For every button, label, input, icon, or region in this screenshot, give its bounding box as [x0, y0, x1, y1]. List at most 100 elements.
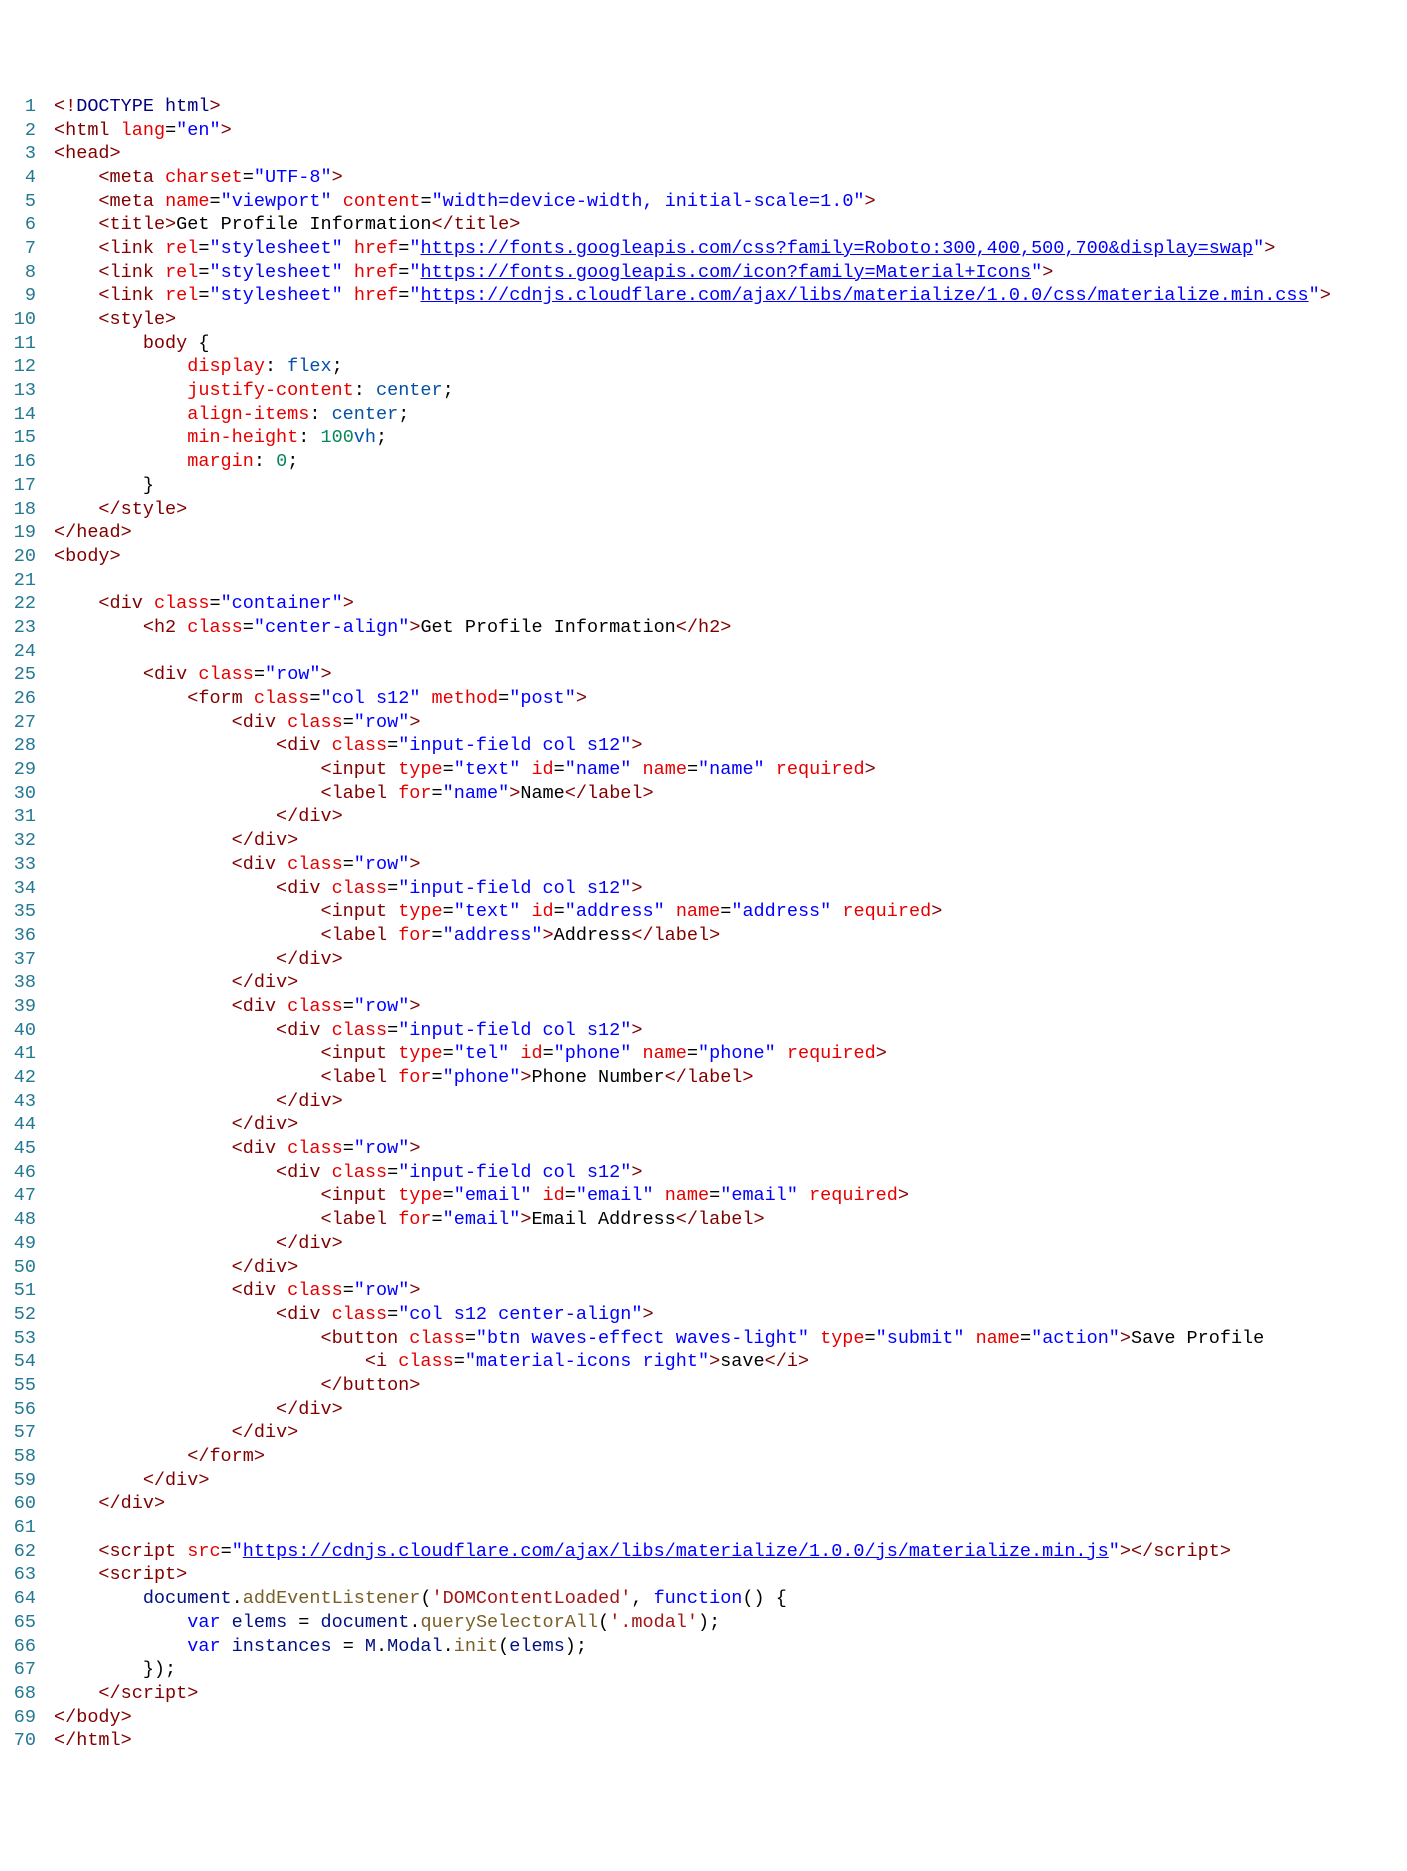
code-line[interactable]: <div class="input-field col s12">	[54, 1019, 1407, 1043]
line-number: 5	[0, 190, 36, 214]
line-number: 25	[0, 663, 36, 687]
code-line[interactable]: </div>	[54, 1421, 1407, 1445]
code-line[interactable]: body {	[54, 332, 1407, 356]
code-line[interactable]: </button>	[54, 1374, 1407, 1398]
code-line[interactable]	[54, 640, 1407, 664]
code-line[interactable]: </div>	[54, 948, 1407, 972]
code-line[interactable]: <div class="input-field col s12">	[54, 1161, 1407, 1185]
line-number: 67	[0, 1658, 36, 1682]
line-number: 2	[0, 119, 36, 143]
line-number: 16	[0, 450, 36, 474]
code-line[interactable]	[54, 1516, 1407, 1540]
line-number: 64	[0, 1587, 36, 1611]
code-line[interactable]: </div>	[54, 1232, 1407, 1256]
code-line[interactable]: var instances = M.Modal.init(elems);	[54, 1635, 1407, 1659]
code-line[interactable]: <html lang="en">	[54, 119, 1407, 143]
code-content[interactable]: <!DOCTYPE html><html lang="en"><head> <m…	[54, 95, 1407, 1753]
code-line[interactable]: <div class="col s12 center-align">	[54, 1303, 1407, 1327]
line-number: 38	[0, 971, 36, 995]
line-number: 22	[0, 592, 36, 616]
code-line[interactable]: <script>	[54, 1563, 1407, 1587]
code-line[interactable]: document.addEventListener('DOMContentLoa…	[54, 1587, 1407, 1611]
code-line[interactable]: <button class="btn waves-effect waves-li…	[54, 1327, 1407, 1351]
code-line[interactable]: </div>	[54, 971, 1407, 995]
code-line[interactable]: <div class="row">	[54, 1137, 1407, 1161]
code-line[interactable]: <label for="address">Address</label>	[54, 924, 1407, 948]
code-line[interactable]: }	[54, 474, 1407, 498]
code-line[interactable]: display: flex;	[54, 355, 1407, 379]
line-number: 51	[0, 1279, 36, 1303]
line-number: 43	[0, 1090, 36, 1114]
line-number: 30	[0, 782, 36, 806]
line-number: 42	[0, 1066, 36, 1090]
code-line[interactable]: </div>	[54, 829, 1407, 853]
code-line[interactable]: margin: 0;	[54, 450, 1407, 474]
line-number: 60	[0, 1492, 36, 1516]
code-line[interactable]: <div class="input-field col s12">	[54, 877, 1407, 901]
code-line[interactable]: <div class="row">	[54, 711, 1407, 735]
code-line[interactable]: <!DOCTYPE html>	[54, 95, 1407, 119]
code-line[interactable]: <div class="input-field col s12">	[54, 734, 1407, 758]
line-number: 68	[0, 1682, 36, 1706]
code-line[interactable]: </form>	[54, 1445, 1407, 1469]
code-line[interactable]: <body>	[54, 545, 1407, 569]
code-line[interactable]: <div class="row">	[54, 995, 1407, 1019]
code-line[interactable]: <head>	[54, 142, 1407, 166]
code-line[interactable]: align-items: center;	[54, 403, 1407, 427]
code-line[interactable]: <input type="text" id="address" name="ad…	[54, 900, 1407, 924]
code-line[interactable]: <div class="row">	[54, 663, 1407, 687]
line-number: 20	[0, 545, 36, 569]
code-line[interactable]: </div>	[54, 1256, 1407, 1280]
line-number: 50	[0, 1256, 36, 1280]
code-line[interactable]: </div>	[54, 1090, 1407, 1114]
code-line[interactable]: <input type="text" id="name" name="name"…	[54, 758, 1407, 782]
line-number: 45	[0, 1137, 36, 1161]
code-line[interactable]: <label for="email">Email Address</label>	[54, 1208, 1407, 1232]
code-line[interactable]: </div>	[54, 1398, 1407, 1422]
code-line[interactable]: <input type="email" id="email" name="ema…	[54, 1184, 1407, 1208]
code-line[interactable]: <link rel="stylesheet" href="https://fon…	[54, 261, 1407, 285]
code-line[interactable]: <title>Get Profile Information</title>	[54, 213, 1407, 237]
line-number: 17	[0, 474, 36, 498]
code-line[interactable]: </div>	[54, 1113, 1407, 1137]
line-number: 40	[0, 1019, 36, 1043]
code-line[interactable]: });	[54, 1658, 1407, 1682]
code-line[interactable]: </div>	[54, 1492, 1407, 1516]
code-line[interactable]: <h2 class="center-align">Get Profile Inf…	[54, 616, 1407, 640]
code-line[interactable]: </div>	[54, 805, 1407, 829]
line-number: 7	[0, 237, 36, 261]
code-line[interactable]: <meta charset="UTF-8">	[54, 166, 1407, 190]
code-line[interactable]: <input type="tel" id="phone" name="phone…	[54, 1042, 1407, 1066]
line-number: 11	[0, 332, 36, 356]
code-line[interactable]: <link rel="stylesheet" href="https://cdn…	[54, 284, 1407, 308]
code-line[interactable]: <form class="col s12" method="post">	[54, 687, 1407, 711]
code-line[interactable]: </head>	[54, 521, 1407, 545]
code-line[interactable]: <style>	[54, 308, 1407, 332]
code-line[interactable]: </html>	[54, 1729, 1407, 1753]
line-number: 59	[0, 1469, 36, 1493]
line-number: 66	[0, 1635, 36, 1659]
code-line[interactable]: var elems = document.querySelectorAll('.…	[54, 1611, 1407, 1635]
code-line[interactable]: <script src="https://cdnjs.cloudflare.co…	[54, 1540, 1407, 1564]
line-number: 8	[0, 261, 36, 285]
code-line[interactable]: </script>	[54, 1682, 1407, 1706]
code-line[interactable]: <div class="row">	[54, 853, 1407, 877]
code-line[interactable]: <i class="material-icons right">save</i>	[54, 1350, 1407, 1374]
code-line[interactable]: min-height: 100vh;	[54, 426, 1407, 450]
code-line[interactable]: </body>	[54, 1706, 1407, 1730]
code-line[interactable]: <meta name="viewport" content="width=dev…	[54, 190, 1407, 214]
line-number: 46	[0, 1161, 36, 1185]
code-line[interactable]: <div class="row">	[54, 1279, 1407, 1303]
line-number: 35	[0, 900, 36, 924]
line-number: 70	[0, 1729, 36, 1753]
code-line[interactable]: justify-content: center;	[54, 379, 1407, 403]
code-line[interactable]: </div>	[54, 1469, 1407, 1493]
code-line[interactable]: <link rel="stylesheet" href="https://fon…	[54, 237, 1407, 261]
line-number: 6	[0, 213, 36, 237]
code-line[interactable]: <div class="container">	[54, 592, 1407, 616]
code-line[interactable]	[54, 569, 1407, 593]
code-line[interactable]: <label for="name">Name</label>	[54, 782, 1407, 806]
line-number: 63	[0, 1563, 36, 1587]
code-line[interactable]: </style>	[54, 498, 1407, 522]
code-line[interactable]: <label for="phone">Phone Number</label>	[54, 1066, 1407, 1090]
